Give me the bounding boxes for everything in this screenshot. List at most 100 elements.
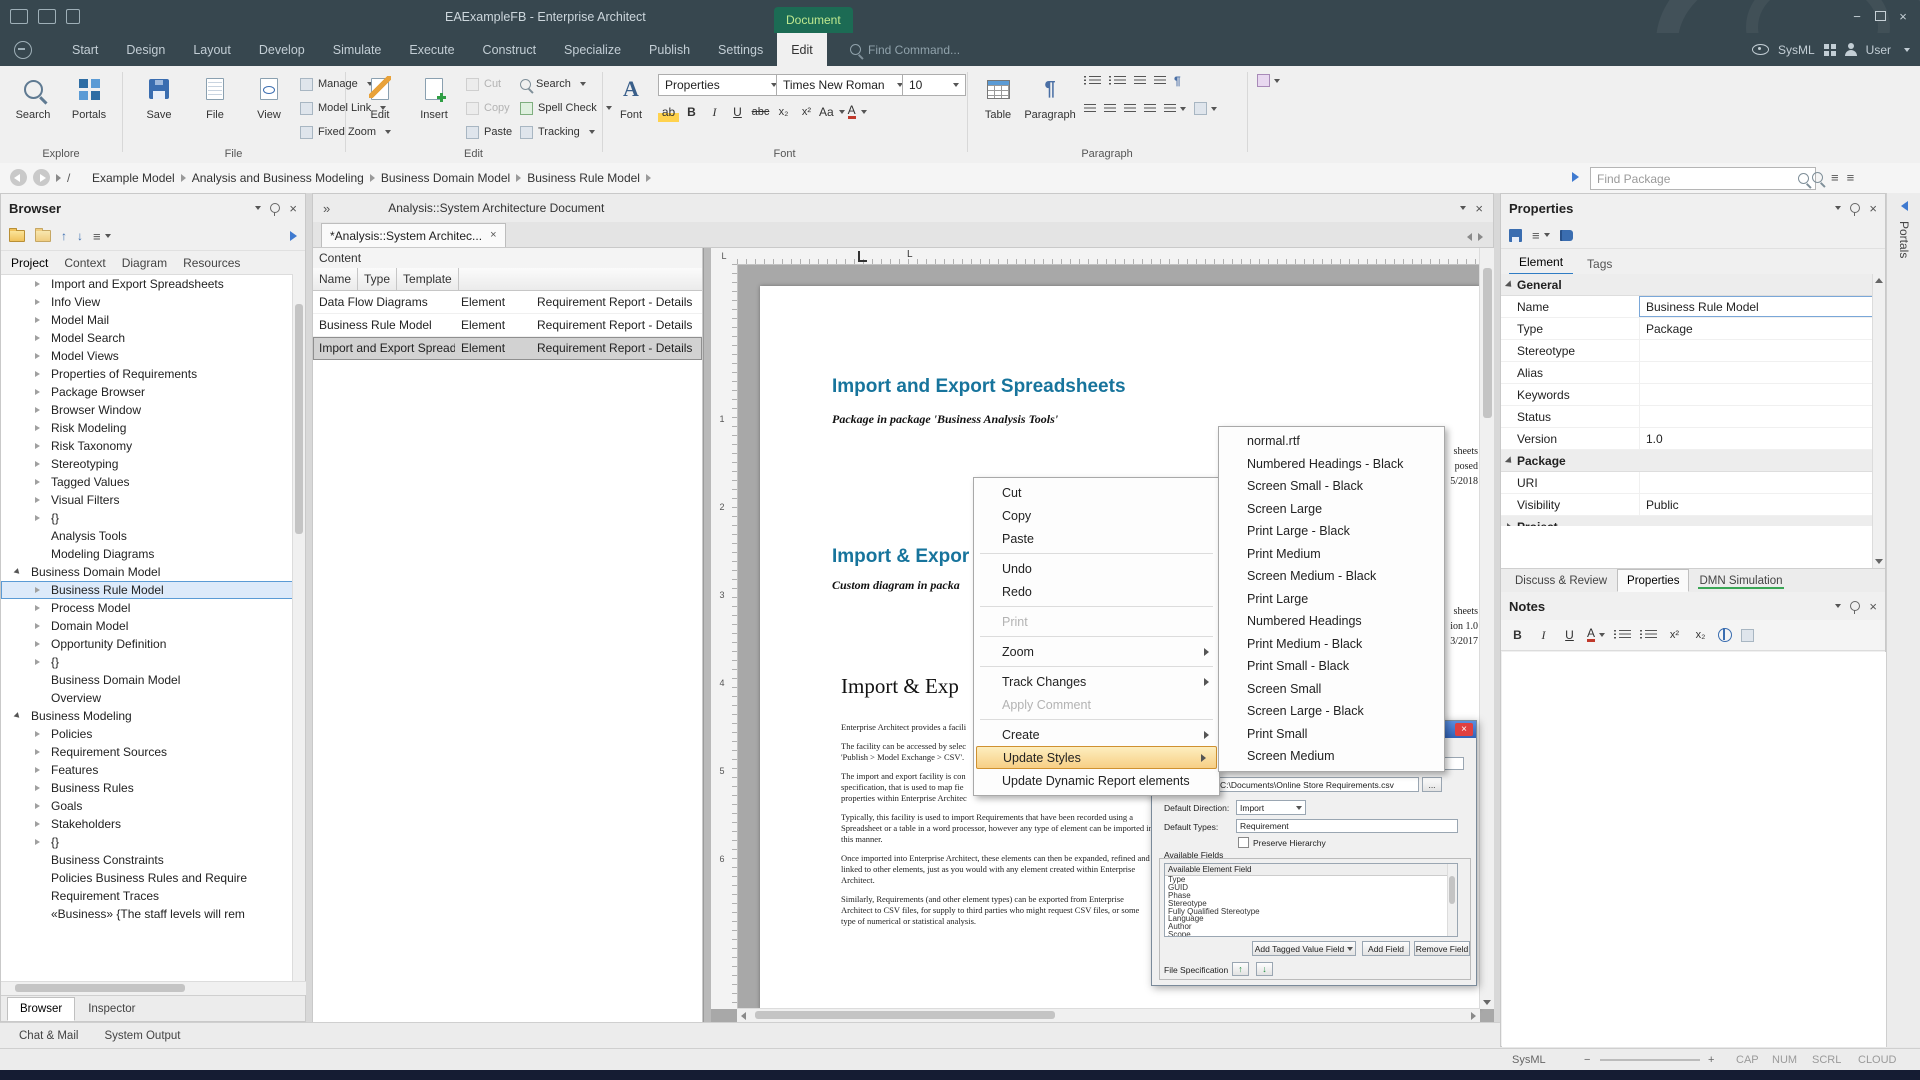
style-menu-item[interactable]: Screen Medium [1219, 745, 1444, 768]
align-center-icon[interactable] [1104, 104, 1116, 114]
breadcrumb-item[interactable]: Business Domain Model [381, 171, 510, 185]
context-menu-item[interactable]: Update Dynamic Report elements [974, 769, 1219, 792]
tree-item[interactable]: Stakeholders [1, 815, 295, 833]
available-fields-list[interactable]: Available Element Field TypeGUIDPhaseSte… [1164, 863, 1458, 937]
context-menu-item[interactable] [974, 633, 1219, 640]
output-tab[interactable]: Chat & Mail [6, 1024, 91, 1048]
tree-item[interactable]: Goals [1, 797, 295, 815]
expand-arrow-icon[interactable] [35, 641, 40, 647]
properties-save-icon[interactable] [1509, 229, 1522, 242]
tree-item[interactable]: Requirement Traces [1, 887, 295, 905]
property-value[interactable]: 1.0 [1639, 428, 1875, 449]
tree-scroll-thumb[interactable] [295, 304, 303, 534]
section-arrow-icon[interactable] [1505, 456, 1514, 465]
property-value[interactable] [1639, 406, 1875, 427]
font-size-select[interactable]: 10 [902, 74, 966, 96]
notes-underline-button[interactable]: U [1561, 626, 1578, 644]
tree-item[interactable]: Policies [1, 725, 295, 743]
content-table-row[interactable]: Business Rule Model Element Requirement … [313, 314, 702, 337]
property-value[interactable] [1639, 472, 1875, 493]
output-tab[interactable]: System Output [91, 1024, 193, 1048]
browser-pin-icon[interactable] [270, 203, 280, 213]
ribbon-tab[interactable]: Simulate [319, 33, 396, 66]
context-menu-item[interactable]: Print [974, 610, 1219, 633]
notes-superscript-button[interactable]: x² [1666, 626, 1683, 644]
ribbon-tab[interactable]: Publish [635, 33, 704, 66]
search-ribbon-button[interactable]: Search [6, 71, 60, 137]
align-left-icon[interactable] [1084, 104, 1096, 114]
context-menu-item[interactable]: Undo [974, 557, 1219, 580]
property-row[interactable]: Package [1501, 450, 1875, 472]
section-arrow-icon[interactable] [1505, 280, 1514, 289]
property-row[interactable]: Stereotype [1501, 340, 1875, 362]
document-badge[interactable]: Document [774, 7, 853, 33]
highlight-button[interactable]: ab [658, 102, 679, 122]
line-spacing-button[interactable] [1164, 104, 1186, 114]
style-menu-item[interactable]: Screen Medium - Black [1219, 565, 1444, 588]
document-tab[interactable]: *Analysis::System Architec... × [321, 223, 506, 247]
view-button[interactable]: View [242, 71, 296, 137]
fields-scrollbar[interactable] [1447, 864, 1457, 936]
ribbon-tab[interactable]: Design [112, 33, 179, 66]
notes-editor[interactable] [1502, 652, 1886, 1047]
ribbon-tab[interactable]: Execute [395, 33, 468, 66]
subscript-button[interactable]: x₂ [773, 102, 794, 122]
paragraph-button[interactable]: ¶ Paragraph [1024, 71, 1076, 137]
style-menu-item[interactable]: Print Small - Black [1219, 655, 1444, 678]
tree-horizontal-scrollbar[interactable] [1, 981, 307, 995]
tree-item[interactable]: {} [1, 509, 295, 527]
style-menu-item[interactable]: normal.rtf [1219, 430, 1444, 453]
underline-button[interactable]: U [727, 102, 748, 122]
expand-arrow-icon[interactable] [35, 821, 40, 827]
properties-bottom-tab[interactable]: Discuss & Review [1505, 569, 1617, 592]
editor-horizontal-scrollbar[interactable] [737, 1008, 1480, 1023]
property-row[interactable]: Name Business Rule Model [1501, 296, 1875, 318]
expand-arrow-icon[interactable] [35, 587, 40, 593]
zoom-out-button[interactable]: − [1584, 1049, 1590, 1071]
expand-arrow-icon[interactable] [35, 389, 40, 395]
property-row[interactable]: Type Package [1501, 318, 1875, 340]
style-menu-item[interactable]: Print Small [1219, 723, 1444, 746]
tree-item[interactable]: Info View [1, 293, 295, 311]
context-menu-item[interactable] [974, 603, 1219, 610]
browser-tab[interactable]: Diagram [122, 256, 167, 270]
fields-scroll-thumb[interactable] [1449, 876, 1455, 904]
ribbon-tab[interactable]: Layout [179, 33, 245, 66]
scroll-down-icon[interactable] [1483, 1000, 1491, 1005]
expand-arrow-icon[interactable] [35, 623, 40, 629]
show-formatting-icon[interactable]: ¶ [1174, 74, 1181, 88]
expand-arrow-icon[interactable] [35, 299, 40, 305]
spell-check-dropdown[interactable]: Spell Check [520, 98, 612, 118]
expand-arrow-icon[interactable] [35, 731, 40, 737]
field-item[interactable]: GUID [1165, 884, 1457, 892]
panel-chevrons-icon[interactable]: » [323, 201, 330, 216]
breadcrumb-entry[interactable]: Example Model [88, 171, 188, 185]
breadcrumb-item[interactable]: Analysis and Business Modeling [192, 171, 364, 185]
workspace-layout-icon[interactable] [1824, 44, 1836, 56]
properties-docs-icon[interactable] [1560, 230, 1573, 241]
properties-menu-caret-icon[interactable] [1835, 206, 1841, 210]
move-up-icon[interactable]: ↑ [61, 229, 67, 243]
properties-scrollbar[interactable] [1872, 274, 1885, 568]
content-column-header[interactable]: Type [358, 268, 397, 290]
package-list-icon[interactable]: ≡ [1831, 170, 1839, 185]
style-menu-item[interactable]: Screen Large [1219, 498, 1444, 521]
expand-arrow-icon[interactable] [35, 335, 40, 341]
ribbon-tab[interactable]: Start [58, 33, 112, 66]
tree-item[interactable]: Browser Window [1, 401, 295, 419]
tree-item[interactable]: Risk Taxonomy [1, 437, 295, 455]
tab-scroll-left-icon[interactable] [1467, 233, 1472, 241]
tree-item[interactable]: Visual Filters [1, 491, 295, 509]
context-menu-item[interactable]: Copy [974, 504, 1219, 527]
notes-pin-icon[interactable] [1850, 601, 1860, 611]
nav-expand-icon[interactable] [56, 174, 61, 182]
table-button[interactable]: Table [975, 71, 1021, 137]
breadcrumb-more-icon[interactable] [1572, 172, 1579, 182]
expand-arrow-icon[interactable] [35, 443, 40, 449]
property-row[interactable]: General [1501, 274, 1875, 296]
editor-vertical-scrollbar[interactable] [1479, 248, 1495, 1009]
tree-item[interactable]: Model Search [1, 329, 295, 347]
field-item[interactable]: Author [1165, 923, 1457, 931]
style-menu-item[interactable]: Screen Large - Black [1219, 700, 1444, 723]
browser-close-icon[interactable]: × [289, 202, 297, 215]
